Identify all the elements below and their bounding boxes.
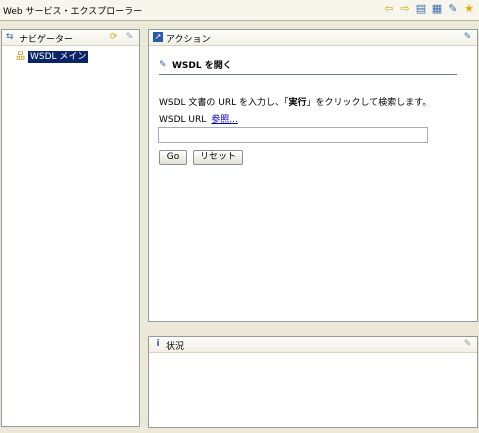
instructions: WSDL 文書の URL を入力し、「実行」をクリックして検索します。 <box>159 95 431 108</box>
browse-link[interactable]: 参照... <box>211 115 238 125</box>
status-clear-icon[interactable]: ✎ <box>462 339 473 350</box>
title-bar: Web サービス・エクスプローラー ⇦ ⇨ ▤ ▦ ✎ ★ <box>0 0 479 21</box>
tree-item-wsdl-main[interactable]: 品 WSDL メイン <box>16 51 89 63</box>
navigator-pane: ⇆ ナビゲーター ⟳ ✎ 品 WSDL メイン <box>1 29 140 427</box>
wsdl-tree-icon: 品 <box>16 51 26 62</box>
section-divider <box>159 74 457 75</box>
open-wsdl-heading: ✎ WSDL を開く <box>159 58 232 72</box>
info-icon: i <box>156 339 160 349</box>
toolbar: ⇦ ⇨ ▤ ▦ ✎ ★ <box>383 3 475 15</box>
wsdl-pen-icon: ✎ <box>159 59 167 70</box>
actions-pane: ↗ アクション ✎ ✎ WSDL を開く WSDL 文書の URL を入力し、「… <box>148 29 478 322</box>
reset-button[interactable]: リセット <box>193 150 243 165</box>
actions-header: ↗ アクション ✎ <box>149 30 477 46</box>
open-wsdl-title: WSDL を開く <box>172 61 232 71</box>
status-title: 状況 <box>166 342 185 352</box>
status-header: i 状況 ✎ <box>149 337 477 353</box>
navigator-header: ⇆ ナビゲーター ⟳ ✎ <box>2 30 139 46</box>
instructions-bold: 実行 <box>288 98 307 108</box>
navigator-title: ナビゲーター <box>19 35 74 45</box>
window-title: Web サービス・エクスプローラー <box>3 7 143 17</box>
instructions-suffix: 」をクリックして検索します。 <box>306 98 432 108</box>
wsdl-url-input[interactable] <box>158 127 428 143</box>
tree-item-label: WSDL メイン <box>28 51 89 63</box>
forward-arrow-icon[interactable]: ⇨ <box>399 3 411 15</box>
back-arrow-icon[interactable]: ⇦ <box>383 3 395 15</box>
go-button[interactable]: Go <box>159 150 187 165</box>
wsdl-url-row: WSDL URL 参照... <box>159 112 238 125</box>
status-pane: i 状況 ✎ <box>148 336 478 428</box>
actions-icon: ↗ <box>153 32 163 42</box>
clear-icon[interactable]: ✎ <box>124 32 135 43</box>
wsil-page-icon[interactable]: ▦ <box>431 3 443 15</box>
navigator-icon: ⇆ <box>6 32 14 42</box>
uddi-page-icon[interactable]: ▤ <box>415 3 427 15</box>
actions-title: アクション <box>166 35 211 45</box>
wsdl-page-icon[interactable]: ✎ <box>447 3 459 15</box>
actions-wsdl-icon[interactable]: ✎ <box>462 32 473 43</box>
instructions-prefix: WSDL 文書の URL を入力し、「 <box>159 98 289 108</box>
refresh-icon[interactable]: ⟳ <box>108 32 119 43</box>
wsdl-url-label: WSDL URL <box>159 115 207 125</box>
favorites-star-icon[interactable]: ★ <box>463 3 475 15</box>
